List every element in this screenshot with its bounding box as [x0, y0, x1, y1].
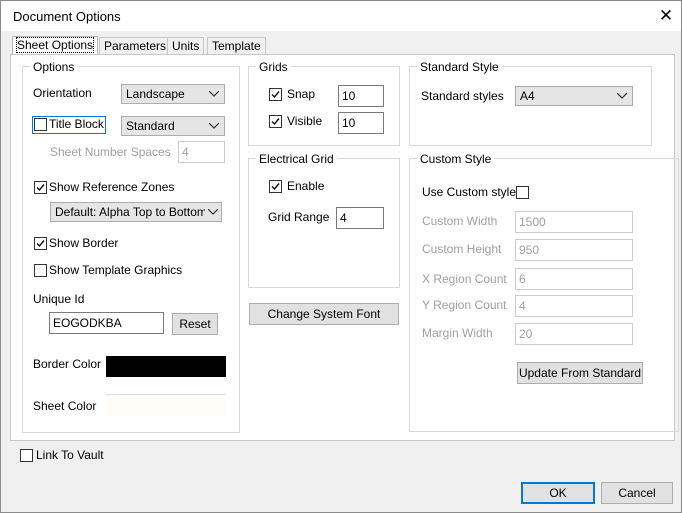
- chevron-down-icon: [209, 117, 219, 135]
- show-reference-zones-label: Show Reference Zones: [49, 180, 175, 194]
- standard-style-group: [409, 66, 652, 146]
- snap-checkbox[interactable]: [269, 88, 282, 101]
- change-system-font-button[interactable]: Change System Font: [249, 303, 399, 325]
- show-reference-zones-checkbox[interactable]: [34, 181, 47, 194]
- standard-style-legend: Standard Style: [417, 60, 502, 74]
- tab-units[interactable]: Units: [167, 37, 205, 54]
- checkmark-icon: [36, 240, 45, 248]
- tab-parameters[interactable]: Parameters: [99, 37, 172, 54]
- update-from-standard-button[interactable]: Update From Standard: [517, 362, 643, 384]
- title-block-label: Title Block: [49, 117, 104, 131]
- sheet-color-label: Sheet Color: [33, 399, 97, 413]
- reset-button[interactable]: Reset: [172, 313, 218, 335]
- show-border-checkbox[interactable]: [34, 237, 47, 250]
- chevron-down-icon: [205, 203, 221, 221]
- tab-template[interactable]: Template: [207, 37, 266, 54]
- standard-styles-label: Standard styles: [421, 89, 504, 103]
- checkmark-icon: [271, 118, 280, 126]
- cancel-button[interactable]: Cancel: [601, 482, 673, 504]
- border-color-label: Border Color: [33, 357, 102, 371]
- show-template-graphics-label: Show Template Graphics: [49, 263, 183, 277]
- custom-width-label: Custom Width: [422, 214, 498, 228]
- sheet-number-spaces-input[interactable]: 4: [178, 141, 225, 163]
- ok-button[interactable]: OK: [521, 482, 595, 504]
- margin-width-input[interactable]: 20: [515, 323, 633, 345]
- close-icon[interactable]: ✕: [655, 5, 677, 27]
- orientation-label: Orientation: [33, 86, 92, 100]
- options-legend: Options: [30, 60, 78, 74]
- sheet-options-pane: Options Orientation Landscape Title Bloc…: [10, 54, 679, 441]
- enable-label: Enable: [287, 179, 325, 193]
- sheet-color-swatch[interactable]: [106, 394, 226, 416]
- y-region-count-input[interactable]: 4: [515, 295, 633, 317]
- standard-styles-value: A4: [520, 89, 535, 103]
- checkmark-icon: [36, 184, 45, 192]
- use-custom-style-checkbox[interactable]: [516, 186, 529, 199]
- visible-checkbox[interactable]: [269, 115, 282, 128]
- reference-zones-select[interactable]: Default: Alpha Top to Bottom: [50, 202, 222, 222]
- custom-width-input[interactable]: 1500: [515, 211, 633, 233]
- title-block-checkbox[interactable]: [34, 118, 47, 131]
- orientation-value: Landscape: [126, 87, 185, 101]
- unique-id-input[interactable]: EOGODKBA: [49, 312, 164, 334]
- tab-label: Parameters: [104, 39, 167, 53]
- custom-height-input[interactable]: 950: [515, 239, 633, 261]
- show-template-graphics-checkbox[interactable]: [34, 264, 47, 277]
- tab-label: Sheet Options: [15, 37, 95, 53]
- enable-checkbox[interactable]: [269, 180, 282, 193]
- border-color-swatch[interactable]: [106, 356, 226, 377]
- standard-styles-select[interactable]: A4: [515, 86, 633, 106]
- visible-label: Visible: [287, 114, 323, 128]
- x-region-count-label: X Region Count: [422, 272, 507, 286]
- snap-label: Snap: [287, 87, 316, 101]
- chevron-down-icon: [617, 87, 627, 105]
- title-block-value: Standard: [126, 119, 175, 133]
- document-options-dialog: Document Options ✕ Sheet Options Paramet…: [0, 0, 682, 513]
- orientation-select[interactable]: Landscape: [121, 84, 225, 104]
- use-custom-style-label: Use Custom style: [422, 185, 517, 199]
- x-region-count-input[interactable]: 6: [515, 268, 633, 290]
- custom-height-label: Custom Height: [422, 242, 502, 256]
- reference-zones-value: Default: Alpha Top to Bottom: [55, 205, 207, 219]
- visible-input[interactable]: 10: [338, 112, 384, 134]
- link-to-vault-checkbox[interactable]: [20, 449, 33, 462]
- grids-legend: Grids: [256, 60, 291, 74]
- checkmark-icon: [271, 183, 280, 191]
- link-to-vault-label: Link To Vault: [36, 448, 104, 462]
- y-region-count-label: Y Region Count: [422, 298, 507, 312]
- margin-width-label: Margin Width: [422, 326, 493, 340]
- show-border-label: Show Border: [49, 236, 119, 250]
- unique-id-label: Unique Id: [33, 292, 85, 306]
- electrical-grid-legend: Electrical Grid: [256, 152, 337, 166]
- title-block-select[interactable]: Standard: [121, 116, 225, 136]
- tab-label: Units: [172, 39, 200, 53]
- tab-sheet-options[interactable]: Sheet Options: [12, 36, 99, 55]
- custom-style-legend: Custom Style: [417, 152, 495, 166]
- tab-label: Template: [212, 39, 261, 53]
- grid-range-label: Grid Range: [268, 210, 330, 224]
- checkmark-icon: [271, 91, 280, 99]
- sheet-number-spaces-label: Sheet Number Spaces: [50, 145, 171, 159]
- title-bar: Document Options ✕: [1, 1, 681, 31]
- grid-range-input[interactable]: 4: [336, 207, 384, 229]
- chevron-down-icon: [209, 85, 219, 103]
- snap-input[interactable]: 10: [338, 85, 384, 107]
- window-title: Document Options: [13, 9, 121, 24]
